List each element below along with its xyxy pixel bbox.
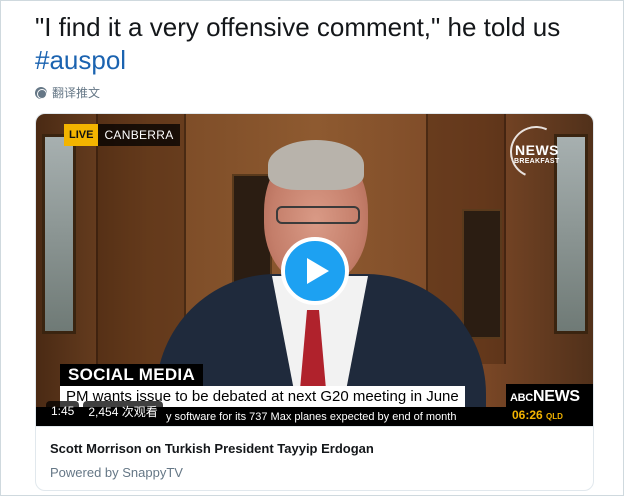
logo-news: NEWS: [515, 142, 559, 158]
live-badge: LIVE CANBERRA: [64, 124, 180, 146]
tweet-body: "I find it a very offensive comment," he…: [35, 12, 561, 42]
play-icon: [307, 258, 329, 284]
window: [42, 134, 76, 334]
bookshelf: [462, 209, 502, 339]
live-location: CANBERRA: [98, 124, 180, 146]
video-player[interactable]: LIVE CANBERRA NEWS BREAKFAST SOCIAL MEDI…: [36, 114, 593, 426]
video-stats: 1:45 2,454 次观看: [46, 401, 163, 421]
play-button[interactable]: [281, 237, 349, 305]
speaker-hair: [268, 140, 364, 190]
translate-label: 翻译推文: [52, 86, 101, 100]
tweet-text: "I find it a very offensive comment," he…: [35, 11, 595, 77]
hashtag-link[interactable]: #auspol: [35, 45, 126, 75]
timezone: QLD: [546, 412, 563, 421]
news-breakfast-logo: NEWS BREAKFAST: [502, 118, 570, 186]
view-count: 2,454 次观看: [83, 401, 163, 421]
time-value: 06:26: [512, 408, 543, 422]
channel-news: NEWS: [532, 388, 580, 405]
globe-icon: [35, 86, 47, 99]
video-duration: 1:45: [46, 401, 80, 421]
card-source: Powered by SnappyTV: [50, 465, 183, 480]
channel-name: ABCNEWS: [510, 388, 580, 406]
card-title[interactable]: Scott Morrison on Turkish President Tayy…: [50, 441, 374, 456]
live-tag: LIVE: [64, 124, 99, 146]
abc-logo-icon: ABC: [510, 392, 533, 404]
logo-breakfast: BREAKFAST: [514, 158, 560, 165]
translate-tweet-link[interactable]: 翻译推文: [35, 84, 100, 101]
wall-panel: [96, 114, 186, 364]
card-meta[interactable]: Scott Morrison on Turkish President Tayy…: [36, 426, 593, 490]
speaker-glasses: [276, 206, 360, 224]
channel-bug: ABCNEWS 06:26 QLD: [506, 384, 593, 426]
segment-label: SOCIAL MEDIA: [60, 364, 204, 386]
broadcast-time: 06:26 QLD: [512, 408, 563, 422]
media-card[interactable]: LIVE CANBERRA NEWS BREAKFAST SOCIAL MEDI…: [35, 113, 594, 491]
